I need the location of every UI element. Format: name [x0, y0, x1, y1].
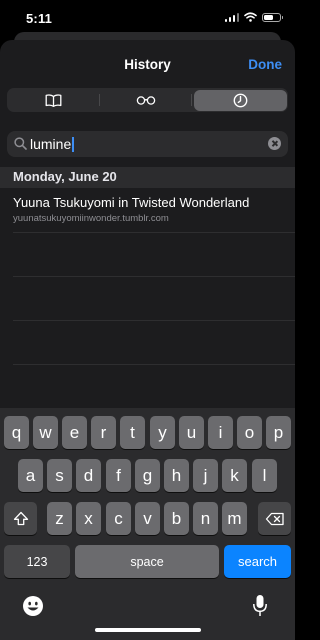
row-divider — [13, 232, 295, 233]
key-z[interactable]: z — [47, 502, 72, 535]
row-divider — [13, 320, 295, 321]
key-g[interactable]: g — [135, 459, 160, 492]
key-s[interactable]: s — [47, 459, 72, 492]
section-header: Monday, June 20 — [0, 167, 295, 188]
tab-history[interactable] — [193, 89, 287, 111]
key-a[interactable]: a — [18, 459, 43, 492]
microphone-icon — [253, 595, 267, 616]
text-cursor — [72, 137, 75, 152]
home-indicator — [95, 628, 201, 632]
key-c[interactable]: c — [106, 502, 131, 535]
shift-key[interactable] — [4, 502, 37, 535]
key-u[interactable]: u — [179, 416, 204, 449]
key-r[interactable]: r — [91, 416, 116, 449]
key-t[interactable]: t — [120, 416, 145, 449]
book-icon — [45, 93, 62, 107]
key-q[interactable]: q — [4, 416, 29, 449]
search-icon — [14, 137, 27, 150]
delete-key[interactable] — [258, 502, 291, 535]
signal-icon — [224, 12, 239, 22]
tab-reading-list[interactable] — [100, 88, 193, 112]
clock-icon — [233, 93, 248, 107]
search-input[interactable]: lumine — [30, 136, 75, 152]
key-j[interactable]: j — [193, 459, 218, 492]
space-key[interactable]: space — [75, 545, 219, 578]
key-f[interactable]: f — [106, 459, 131, 492]
history-item-url: yuunatsukuyomiinwonder.tumblr.com — [13, 213, 169, 224]
key-o[interactable]: o — [237, 416, 262, 449]
key-b[interactable]: b — [164, 502, 189, 535]
section-header-label: Monday, June 20 — [13, 169, 117, 184]
key-k[interactable]: k — [222, 459, 247, 492]
key-d[interactable]: d — [76, 459, 101, 492]
battery-icon — [262, 12, 283, 22]
history-item-title: Yuuna Tsukuyomi in Twisted Wonderland — [13, 195, 250, 210]
clear-icon[interactable] — [268, 137, 281, 150]
keyboard: q w e r t y u i o p a s d f g h j k l z … — [0, 408, 295, 640]
key-i[interactable]: i — [208, 416, 233, 449]
key-w[interactable]: w — [33, 416, 58, 449]
key-p[interactable]: p — [266, 416, 291, 449]
wifi-icon — [244, 12, 257, 22]
done-button[interactable]: Done — [248, 57, 282, 72]
status-icons — [224, 12, 283, 22]
shift-icon — [13, 511, 28, 526]
key-h[interactable]: h — [164, 459, 189, 492]
key-x[interactable]: x — [76, 502, 101, 535]
search-key[interactable]: search — [224, 545, 291, 578]
glasses-icon — [136, 95, 156, 105]
backspace-icon — [265, 512, 284, 525]
key-m[interactable]: m — [222, 502, 247, 535]
history-row[interactable]: Yuuna Tsukuyomi in Twisted Wonderland yu… — [0, 188, 295, 232]
key-n[interactable]: n — [193, 502, 218, 535]
row-divider — [13, 276, 295, 277]
row-divider — [13, 364, 295, 365]
key-l[interactable]: l — [252, 459, 277, 492]
key-e[interactable]: e — [62, 416, 87, 449]
key-y[interactable]: y — [150, 416, 175, 449]
search-input-value: lumine — [30, 136, 72, 152]
status-time: 5:11 — [26, 11, 53, 26]
segmented-control — [7, 88, 288, 112]
emoji-button[interactable] — [22, 595, 46, 619]
emoji-icon — [23, 596, 43, 616]
search-field[interactable]: lumine — [7, 131, 288, 157]
dictation-button[interactable] — [252, 594, 272, 620]
key-v[interactable]: v — [135, 502, 160, 535]
numbers-key[interactable]: 123 — [4, 545, 70, 578]
tab-bookmarks[interactable] — [7, 88, 100, 112]
